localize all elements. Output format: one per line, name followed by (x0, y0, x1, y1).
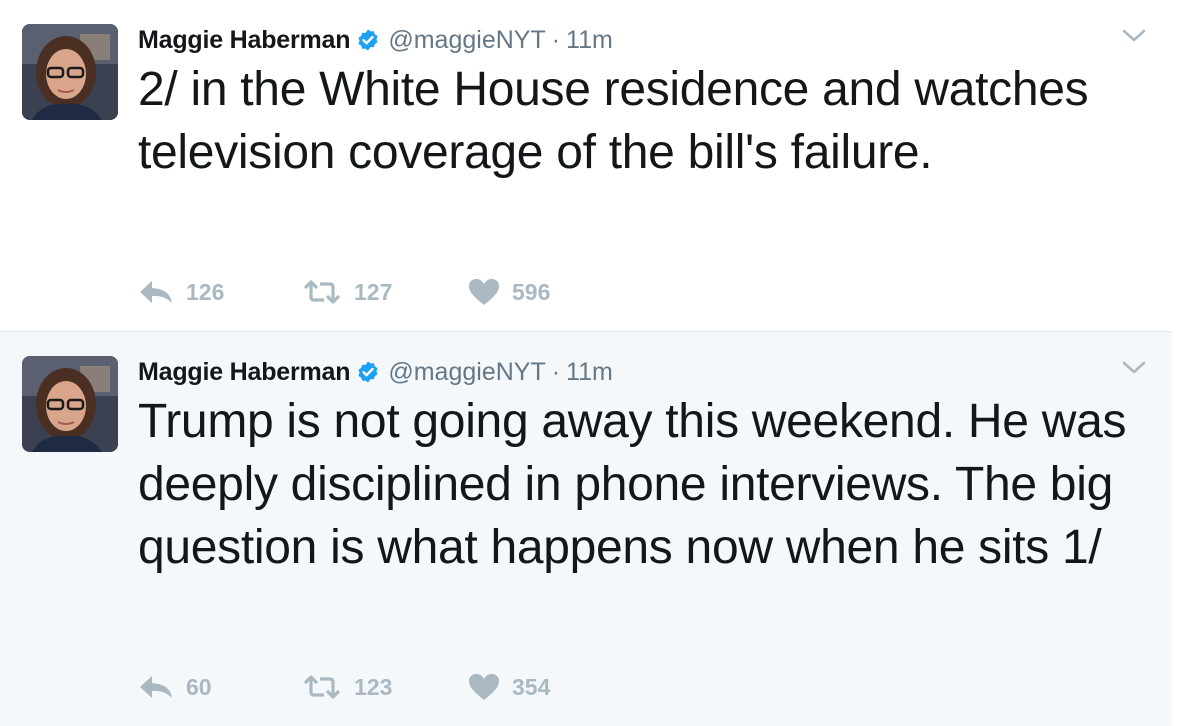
reply-count: 126 (186, 278, 225, 305)
separator-dot: · (551, 25, 561, 54)
retweet-count: 127 (354, 278, 393, 305)
tweet-feed: Maggie Haberman @maggieNYT · 11m 2/ in t… (0, 0, 1172, 726)
tweet-text: Trump is not going away this weekend. He… (138, 395, 1127, 574)
separator-dot: · (551, 357, 561, 386)
avatar[interactable] (22, 24, 118, 120)
retweet-icon (302, 279, 342, 305)
tweet-timestamp[interactable]: 11m (566, 26, 613, 55)
reply-icon (138, 279, 174, 305)
author-name[interactable]: Maggie Haberman (138, 358, 351, 387)
chevron-down-icon[interactable] (1122, 360, 1146, 376)
tweet-header: Maggie Haberman @maggieNYT · 11m (138, 354, 613, 390)
retweet-icon (302, 674, 342, 700)
verified-badge-icon (356, 360, 380, 384)
author-name[interactable]: Maggie Haberman (138, 26, 351, 55)
tweet-timestamp[interactable]: 11m (566, 358, 613, 387)
heart-icon (468, 673, 500, 701)
reply-icon (138, 674, 174, 700)
tweet-card[interactable]: Maggie Haberman @maggieNYT · 11m Trump i… (0, 332, 1172, 726)
tweet-actions: 126 127 596 (138, 276, 608, 308)
tweet-actions: 60 123 354 (138, 671, 608, 703)
like-button[interactable]: 354 (468, 673, 608, 701)
reply-count: 60 (186, 673, 212, 700)
reply-button[interactable]: 126 (138, 279, 302, 306)
avatar[interactable] (22, 356, 118, 452)
tweet-text: 2/ in the White House residence and watc… (138, 63, 1089, 179)
retweet-button[interactable]: 127 (302, 279, 468, 306)
like-count: 596 (512, 278, 551, 305)
heart-icon (468, 278, 500, 306)
retweet-button[interactable]: 123 (302, 674, 468, 701)
tweet-card[interactable]: Maggie Haberman @maggieNYT · 11m 2/ in t… (0, 0, 1172, 332)
tweet-header: Maggie Haberman @maggieNYT · 11m (138, 22, 613, 58)
reply-button[interactable]: 60 (138, 674, 302, 701)
chevron-down-icon[interactable] (1122, 28, 1146, 44)
retweet-count: 123 (354, 673, 393, 700)
verified-badge-icon (356, 28, 380, 52)
like-count: 354 (512, 673, 551, 700)
author-handle[interactable]: @maggieNYT (388, 26, 545, 55)
like-button[interactable]: 596 (468, 278, 608, 306)
author-handle[interactable]: @maggieNYT (388, 358, 545, 387)
